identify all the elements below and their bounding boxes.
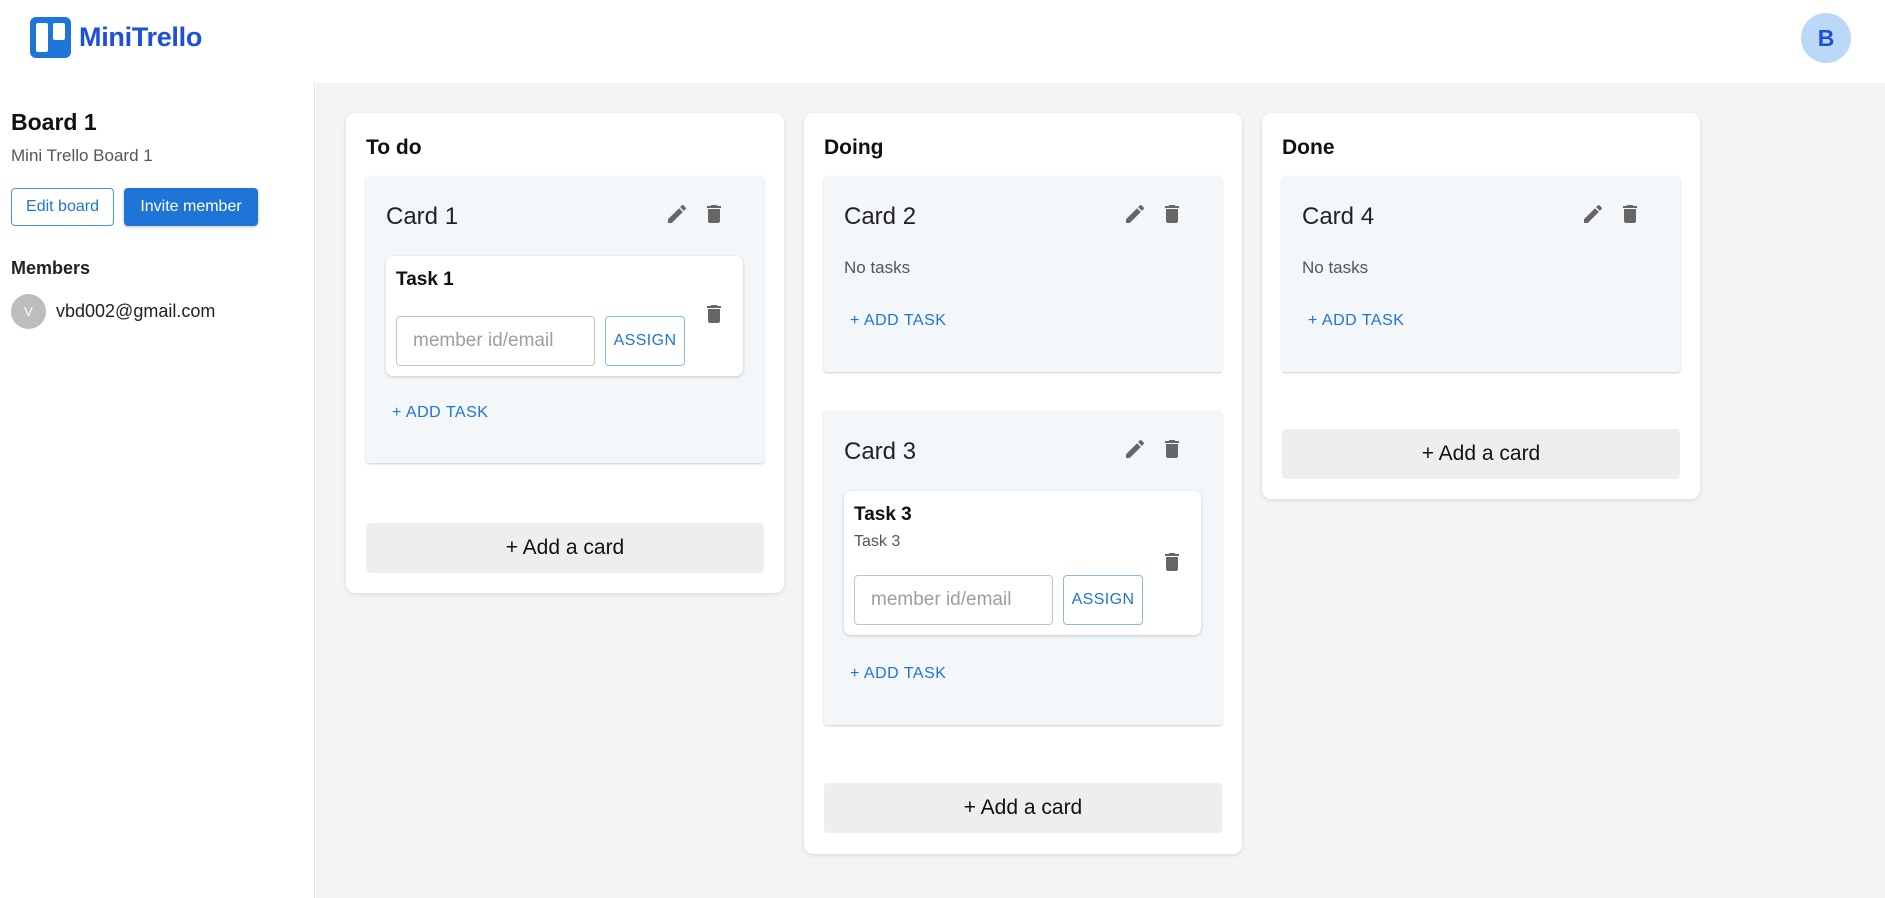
- trash-icon: [702, 202, 726, 226]
- add-card-button[interactable]: + Add a card: [366, 523, 764, 573]
- delete-card-button[interactable]: [1616, 200, 1644, 228]
- delete-task-button[interactable]: [1158, 548, 1186, 576]
- pencil-icon: [665, 202, 689, 226]
- board-area: To do Card 1 Task 1 ASSIGN + ADD TASK + …: [316, 83, 1885, 898]
- member-avatar: V: [11, 294, 46, 329]
- card[interactable]: Card 1 Task 1 ASSIGN + ADD TASK: [366, 176, 764, 463]
- assign-button[interactable]: ASSIGN: [1063, 575, 1143, 625]
- delete-card-button[interactable]: [1158, 435, 1186, 463]
- app-logo[interactable]: MiniTrello: [30, 17, 202, 58]
- delete-task-button[interactable]: [700, 300, 728, 328]
- sidebar: Board 1 Mini Trello Board 1 Edit board I…: [0, 83, 315, 898]
- no-tasks-text: No tasks: [844, 258, 911, 277]
- task-item[interactable]: Task 1 ASSIGN: [386, 256, 743, 376]
- add-task-button[interactable]: + ADD TASK: [392, 404, 488, 422]
- add-task-button[interactable]: + ADD TASK: [1308, 312, 1404, 330]
- board-title: Board 1: [11, 109, 97, 135]
- add-card-button[interactable]: + Add a card: [1282, 429, 1680, 479]
- trash-icon: [702, 302, 726, 326]
- trash-icon: [1160, 437, 1184, 461]
- pencil-icon: [1581, 202, 1605, 226]
- task-item[interactable]: Task 3 Task 3 ASSIGN: [844, 491, 1201, 635]
- assign-button[interactable]: ASSIGN: [605, 316, 685, 366]
- app-name: MiniTrello: [79, 22, 203, 52]
- trash-icon: [1160, 202, 1184, 226]
- edit-board-button[interactable]: Edit board: [11, 188, 114, 226]
- task-title: Task 1: [396, 269, 454, 290]
- add-task-button[interactable]: + ADD TASK: [850, 312, 946, 330]
- add-task-button[interactable]: + ADD TASK: [850, 665, 946, 683]
- card-title: Card 4: [1302, 203, 1375, 230]
- column-done: Done Card 4 No tasks + ADD TASK + Add a …: [1262, 113, 1700, 499]
- trash-icon: [1160, 550, 1184, 574]
- card-title: Card 3: [844, 438, 917, 465]
- board-description: Mini Trello Board 1: [11, 146, 153, 165]
- column-title: Doing: [824, 136, 884, 159]
- column-todo: To do Card 1 Task 1 ASSIGN + ADD TASK + …: [346, 113, 784, 593]
- column-title: Done: [1282, 136, 1335, 159]
- top-bar: MiniTrello B: [0, 0, 1885, 83]
- members-heading: Members: [11, 258, 91, 278]
- pencil-icon: [1123, 202, 1147, 226]
- invite-member-button[interactable]: Invite member: [124, 188, 258, 226]
- user-avatar[interactable]: B: [1801, 13, 1851, 63]
- member-input[interactable]: [396, 316, 595, 366]
- delete-card-button[interactable]: [1158, 200, 1186, 228]
- edit-card-button[interactable]: [1121, 200, 1149, 228]
- edit-card-button[interactable]: [663, 200, 691, 228]
- card-title: Card 2: [844, 203, 917, 230]
- card[interactable]: Card 2 No tasks + ADD TASK: [824, 176, 1222, 372]
- card[interactable]: Card 3 Task 3 Task 3 ASSIGN + ADD TASK: [824, 411, 1222, 725]
- column-doing: Doing Card 2 No tasks + ADD TASK Card 3 …: [804, 113, 1242, 854]
- edit-card-button[interactable]: [1121, 435, 1149, 463]
- member-item: V vbd002@gmail.com: [11, 294, 215, 329]
- task-description: Task 3: [854, 533, 901, 550]
- task-title: Task 3: [854, 504, 912, 525]
- card-title: Card 1: [386, 203, 459, 230]
- pencil-icon: [1123, 437, 1147, 461]
- delete-card-button[interactable]: [700, 200, 728, 228]
- column-title: To do: [366, 136, 422, 159]
- no-tasks-text: No tasks: [1302, 258, 1369, 277]
- edit-card-button[interactable]: [1579, 200, 1607, 228]
- member-input[interactable]: [854, 575, 1053, 625]
- add-card-button[interactable]: + Add a card: [824, 783, 1222, 833]
- trello-logo-icon: [30, 17, 71, 58]
- member-email: vbd002@gmail.com: [56, 301, 216, 321]
- card[interactable]: Card 4 No tasks + ADD TASK: [1282, 176, 1680, 372]
- trash-icon: [1618, 202, 1642, 226]
